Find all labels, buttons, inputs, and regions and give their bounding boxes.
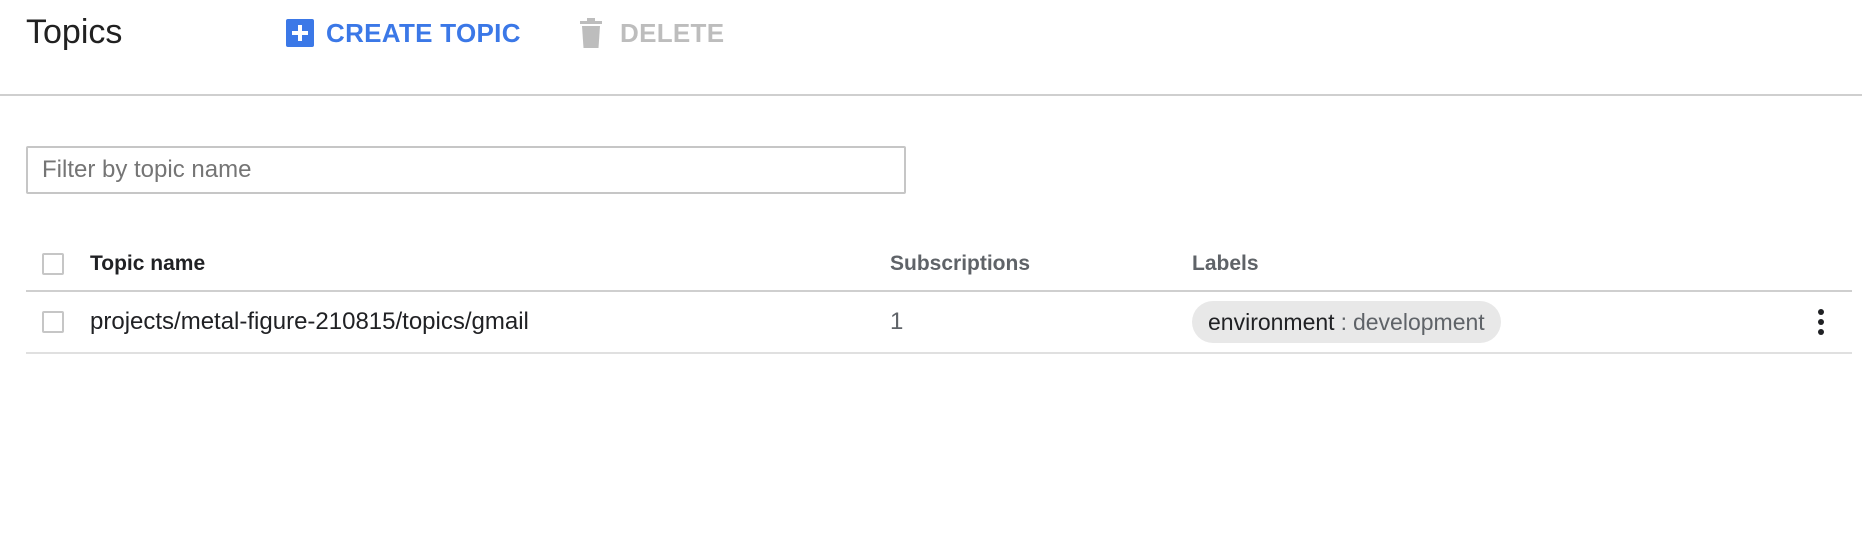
label-value: development — [1352, 308, 1485, 335]
delete-button[interactable]: DELETE — [578, 14, 724, 52]
table-row: projects/metal-figure-210815/topics/gmai… — [26, 292, 1852, 354]
delete-label: DELETE — [620, 17, 725, 48]
filter-topics-input[interactable] — [26, 146, 906, 194]
table-header-row: Topic name Subscriptions Labels — [26, 238, 1852, 292]
row-checkbox[interactable] — [42, 311, 64, 333]
subscriptions-count: 1 — [890, 308, 904, 335]
create-topic-button[interactable]: CREATE TOPIC — [286, 14, 521, 52]
more-vert-icon[interactable] — [1817, 309, 1825, 335]
labels-cell: environment : development — [1192, 292, 1501, 352]
label-key: environment — [1208, 308, 1335, 335]
add-box-icon — [286, 19, 314, 47]
column-header-topic-name[interactable]: Topic name — [90, 238, 205, 290]
label-separator: : — [1340, 308, 1347, 335]
column-header-subscriptions[interactable]: Subscriptions — [890, 238, 1030, 290]
select-all-checkbox[interactable] — [42, 253, 64, 275]
row-select-cell — [42, 292, 64, 352]
topic-name-link[interactable]: projects/metal-figure-210815/topics/gmai… — [90, 292, 529, 352]
column-header-labels: Labels — [1192, 252, 1259, 275]
page-header: Topics CREATE TOPIC DELETE — [0, 0, 1862, 96]
create-topic-label: CREATE TOPIC — [326, 17, 521, 48]
page-title: Topics — [26, 13, 123, 51]
label-chip: environment : development — [1192, 301, 1501, 343]
row-actions-cell — [1806, 292, 1836, 352]
topics-table: Topic name Subscriptions Labels projects… — [26, 238, 1852, 354]
select-all-cell — [42, 238, 64, 290]
trash-icon — [580, 18, 602, 48]
